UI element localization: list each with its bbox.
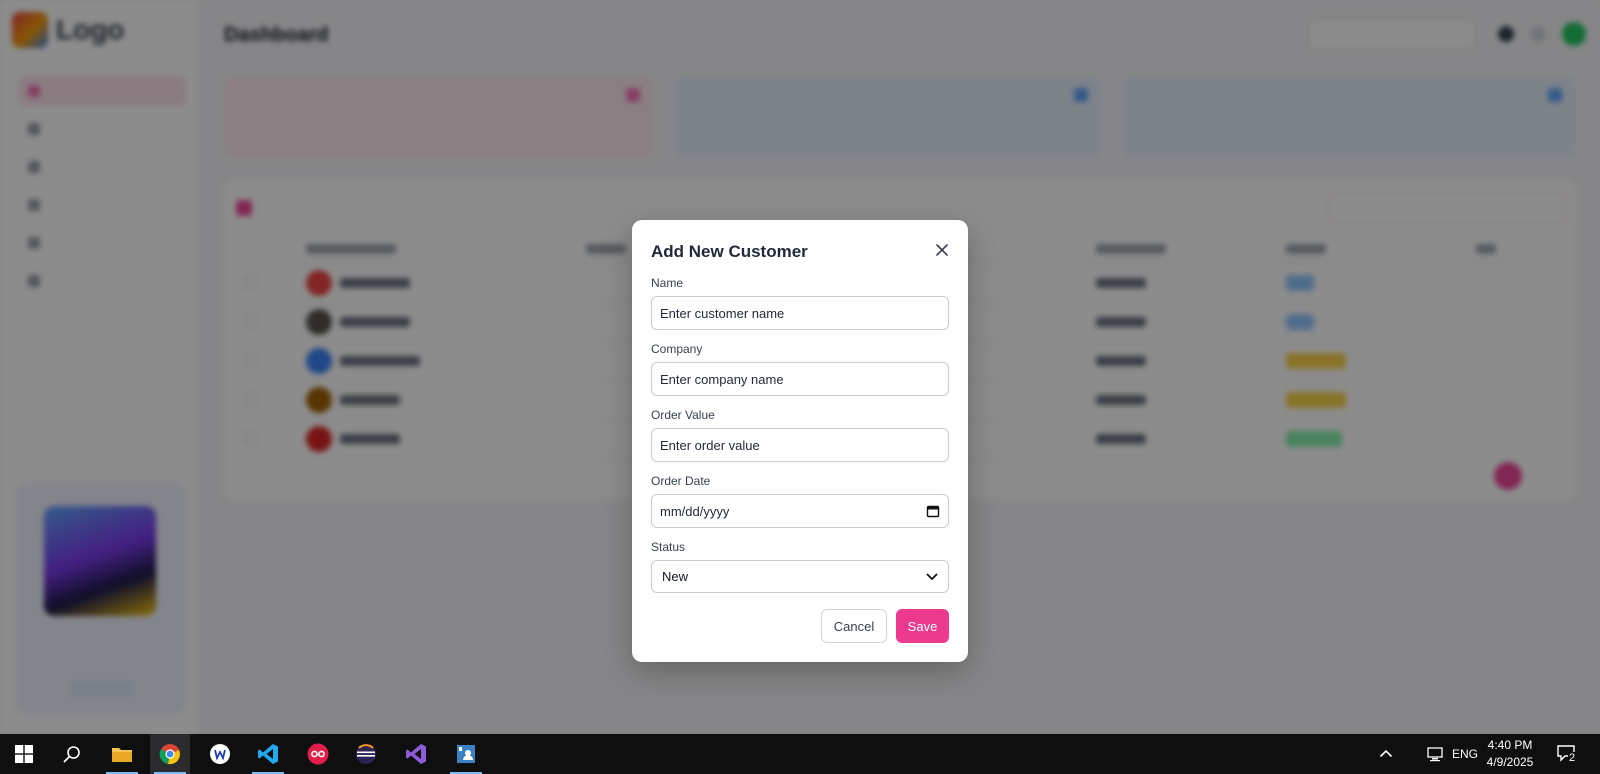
taskbar-chrome[interactable]	[150, 734, 190, 774]
dialog-title: Add New Customer	[651, 242, 808, 261]
taskbar-search-button[interactable]	[52, 734, 92, 774]
folder-icon	[112, 748, 132, 762]
windows-start-button[interactable]	[4, 734, 44, 774]
language-indicator[interactable]: ENG	[1452, 747, 1478, 761]
company-field: Company	[651, 342, 949, 396]
notification-count-badge: 2	[1568, 752, 1577, 764]
show-hidden-icons-chevron-icon[interactable]	[1379, 749, 1393, 758]
clock-time: 4:40 PM	[1487, 738, 1533, 752]
taskbar-eclipse[interactable]	[346, 734, 386, 774]
status-selected-value: New	[662, 569, 689, 584]
order-date-label: Order Date	[651, 474, 711, 488]
taskbar-contacts-app[interactable]	[446, 734, 486, 774]
windows-logo-icon	[15, 745, 33, 763]
oo-app-icon	[307, 743, 329, 765]
save-button[interactable]: Save	[896, 609, 949, 643]
chevron-down-icon	[926, 573, 938, 580]
company-label: Company	[651, 342, 703, 356]
cancel-button[interactable]: Cancel	[821, 609, 887, 643]
taskbar-vscode[interactable]	[248, 734, 288, 774]
contacts-icon	[457, 745, 475, 763]
network-icon[interactable]	[1426, 746, 1444, 762]
status-label: Status	[651, 540, 686, 554]
name-field: Name	[651, 276, 949, 330]
order-date-placeholder: mm/dd/yyyy	[660, 503, 730, 519]
calendar-icon[interactable]	[926, 504, 940, 518]
name-input[interactable]	[651, 296, 949, 330]
taskbar-clock[interactable]: 4:40 PM 4/9/2025	[1480, 737, 1540, 771]
taskbar-visual-studio[interactable]	[396, 734, 436, 774]
name-label: Name	[651, 276, 684, 290]
add-customer-dialog: Add New Customer Name Company Order Valu…	[632, 220, 968, 662]
close-icon	[936, 244, 948, 256]
taskbar: ENG 4:40 PM 4/9/2025 2	[0, 734, 1600, 774]
order-date-field: Order Date mm/dd/yyyy	[651, 474, 949, 528]
company-input[interactable]	[651, 362, 949, 396]
eclipse-icon	[356, 744, 376, 764]
status-select[interactable]: New	[651, 560, 949, 593]
vscode-icon	[258, 744, 278, 764]
visual-studio-icon	[406, 744, 426, 764]
order-date-input[interactable]: mm/dd/yyyy	[651, 494, 949, 528]
action-center-button[interactable]: 2	[1556, 744, 1582, 766]
order-value-label: Order Value	[651, 408, 715, 422]
clock-date: 4/9/2025	[1486, 755, 1534, 769]
taskbar-wordpad[interactable]	[200, 734, 240, 774]
order-value-input[interactable]	[651, 428, 949, 462]
chrome-icon	[159, 744, 180, 765]
taskbar-file-explorer[interactable]	[102, 734, 142, 774]
status-field: Status New	[651, 540, 949, 593]
taskbar-app-oo[interactable]	[298, 734, 338, 774]
close-button[interactable]	[932, 240, 952, 260]
order-value-field: Order Value	[651, 408, 949, 462]
wordpad-icon	[210, 744, 230, 764]
search-icon	[63, 746, 80, 763]
